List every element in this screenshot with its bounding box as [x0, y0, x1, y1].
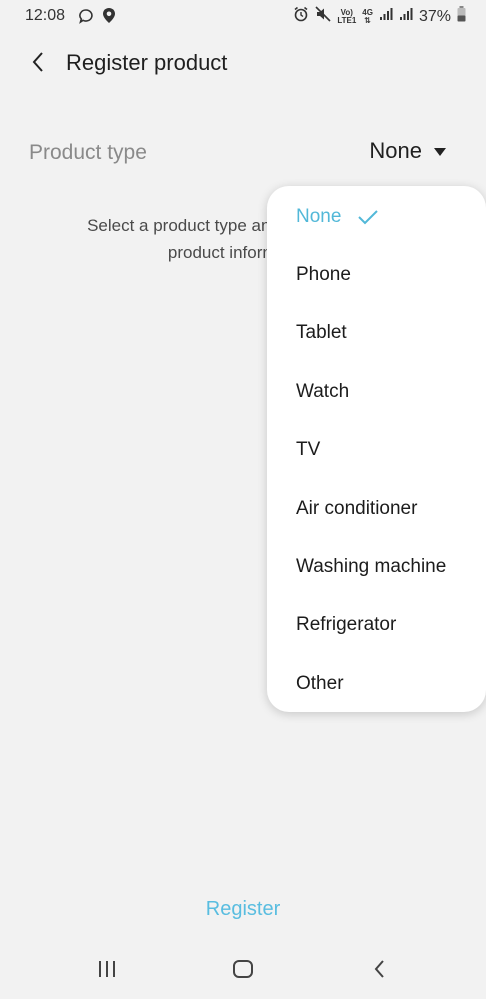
signal-icon [399, 7, 413, 26]
status-left-icons [78, 7, 116, 29]
header: Register product [0, 40, 486, 84]
battery-percent: 37% [418, 7, 451, 25]
status-right-icons: Vo) LTE1 4G ⇅ 37% [293, 6, 466, 27]
dropdown-option-washing-machine[interactable]: Washing machine [267, 538, 486, 596]
signal-icon [379, 7, 393, 26]
dropdown-option-air-conditioner[interactable]: Air conditioner [267, 480, 486, 538]
dropdown-option-refrigerator[interactable]: Refrigerator [267, 596, 486, 654]
dropdown-option-phone[interactable]: Phone [267, 246, 486, 304]
location-pin-icon [102, 7, 116, 29]
dropdown-option-watch[interactable]: Watch [267, 363, 486, 421]
chat-bubble-icon [78, 8, 94, 29]
dropdown-option-tablet[interactable]: Tablet [267, 304, 486, 362]
dropdown-option-none[interactable]: None [267, 188, 486, 246]
register-button[interactable]: Register [0, 898, 486, 921]
status-time: 12:08 [25, 7, 66, 24]
product-type-select[interactable]: None [369, 138, 446, 164]
recent-apps-button[interactable] [87, 949, 127, 989]
chevron-left-icon [32, 52, 43, 72]
checkmark-icon [358, 210, 379, 225]
alarm-icon [293, 6, 309, 27]
dropdown-option-tv[interactable]: TV [267, 421, 486, 479]
mute-icon [315, 6, 331, 27]
product-type-row: Product type None [0, 134, 486, 174]
nav-back-button[interactable] [359, 949, 399, 989]
back-arrow-icon [374, 960, 384, 978]
back-button[interactable] [24, 48, 52, 76]
product-type-label: Product type [29, 141, 147, 164]
recent-apps-icon [99, 961, 115, 977]
volte-indicator: Vo) LTE1 [337, 7, 357, 25]
home-icon [233, 960, 253, 978]
product-type-dropdown: None Phone Tablet Watch TV Air condition… [267, 186, 486, 712]
screen: 12:08 Vo) LTE1 4G ⇅ 37% Register product… [0, 0, 486, 999]
product-type-value: None [369, 138, 422, 163]
battery-icon [457, 6, 466, 27]
network-4g-indicator: 4G ⇅ [362, 7, 373, 25]
dropdown-option-other[interactable]: Other [267, 655, 486, 712]
status-bar: 12:08 Vo) LTE1 4G ⇅ 37% [0, 0, 486, 32]
dropdown-arrow-icon [434, 148, 446, 156]
navigation-bar [0, 939, 486, 999]
home-button[interactable] [223, 949, 263, 989]
page-title: Register product [66, 50, 228, 75]
